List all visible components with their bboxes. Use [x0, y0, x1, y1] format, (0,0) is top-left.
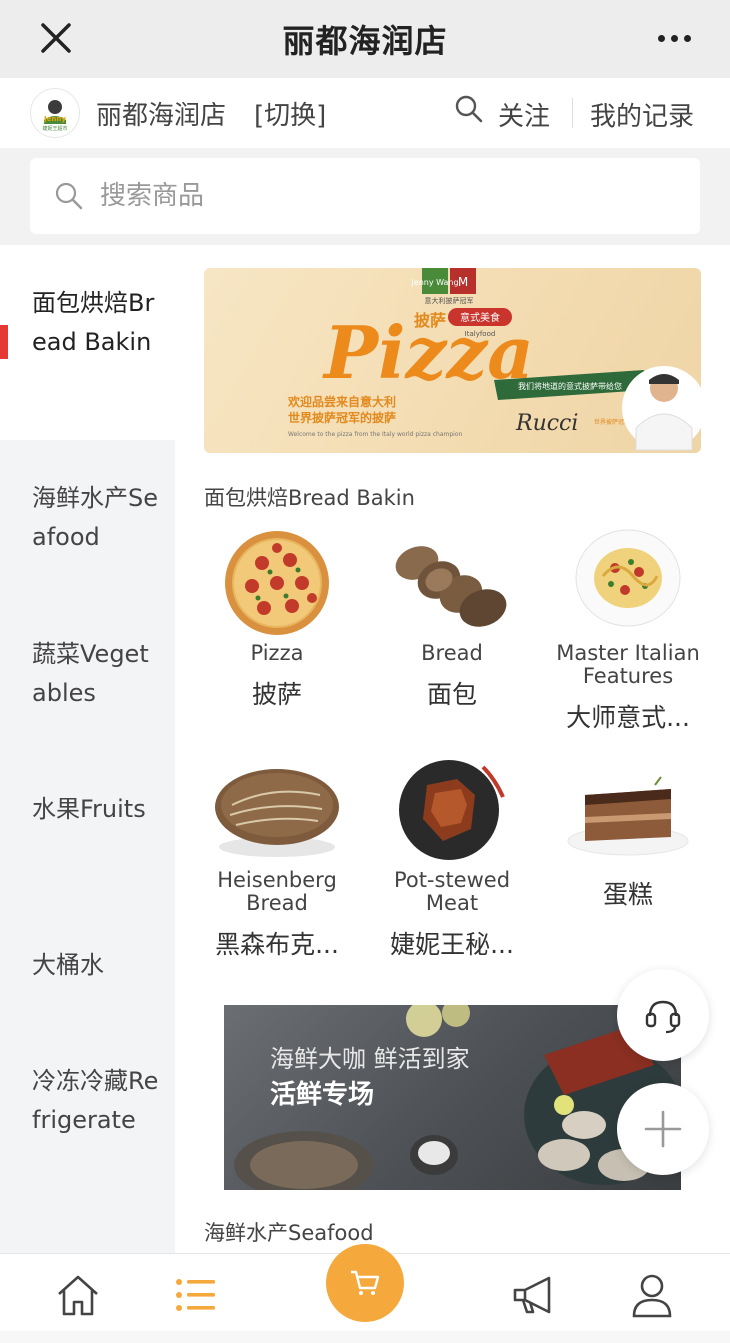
- sidebar-item-bread-baking[interactable]: 面包烘焙Bread Bakin: [0, 245, 175, 440]
- seafood-banner[interactable]: 海鲜大咖 鲜活到家 活鲜专场: [224, 1005, 681, 1190]
- seafood-banner-art: 海鲜大咖 鲜活到家 活鲜专场: [234, 1005, 681, 1190]
- product-card[interactable]: Pizza 披萨: [202, 528, 352, 711]
- home-icon[interactable]: [53, 1270, 103, 1320]
- svg-text:M: M: [458, 275, 468, 289]
- close-icon[interactable]: [36, 18, 76, 58]
- svg-text:世界披萨冠军的披萨: 世界披萨冠军的披萨: [288, 410, 396, 425]
- sidebar-item-label: 水果Fruits: [32, 795, 146, 823]
- sidebar-item-refrigerate[interactable]: 冷冻冷藏Refrigerate: [0, 1062, 175, 1140]
- product-name-cn: 婕妮王秘...: [390, 930, 514, 959]
- page-title: 丽都海润店: [282, 22, 448, 60]
- svg-text:Welcome to the pizza from the: Welcome to the pizza from the Italy worl…: [288, 431, 462, 438]
- section-title: 面包烘焙Bread Bakin: [204, 486, 415, 510]
- product-name-cn: 大师意式...: [566, 703, 690, 732]
- sidebar-item-seafood[interactable]: 海鲜水产Seafood: [0, 479, 175, 557]
- product-card[interactable]: Bread 面包: [377, 528, 527, 711]
- pizza-icon: [225, 531, 329, 635]
- svg-text:意式美食: 意式美食: [460, 311, 500, 324]
- pizza-banner-art: Jenny Wang M 意大利披萨冠军 披萨 Pizza 意式美食 Italy…: [287, 268, 701, 451]
- pizza-banner[interactable]: Jenny Wang M 意大利披萨冠军 披萨 Pizza 意式美食 Italy…: [204, 268, 701, 453]
- cart-icon: [351, 1270, 380, 1295]
- plus-icon: [644, 1110, 682, 1148]
- title-bar: 丽都海润店: [0, 0, 730, 78]
- product-name-en: Master Italian Features: [556, 641, 700, 688]
- store-bar: Jenny 婕妮王超市 丽都海润店 [切换] 关注 我的记录: [0, 78, 730, 148]
- customer-service-button[interactable]: [617, 969, 709, 1061]
- active-indicator: [0, 325, 8, 359]
- svg-text:欢迎品尝来自意大利: 欢迎品尝来自意大利: [287, 394, 396, 409]
- category-sidebar: 面包烘焙Bread Bakin 海鲜水产Seafood 蔬菜Vegetables…: [0, 245, 175, 1255]
- sidebar-item-label: 大桶水: [32, 951, 104, 979]
- product-name-en: Heisenberg Bread: [217, 868, 337, 915]
- sidebar-item-label: 蔬菜Vegetables: [32, 640, 149, 707]
- svg-text:Jenny: Jenny: [43, 115, 66, 123]
- bread-icon: [395, 546, 507, 627]
- meat-icon: [399, 760, 505, 860]
- more-icon[interactable]: [654, 20, 694, 56]
- follow-button[interactable]: 关注: [498, 96, 550, 133]
- sidebar-item-label: 面包烘焙Bread Bakin: [32, 289, 155, 356]
- sidebar-item-fruits[interactable]: 水果Fruits: [0, 790, 175, 829]
- product-card[interactable]: Master Italian Features 大师意式...: [553, 528, 703, 734]
- cart-button[interactable]: [326, 1244, 404, 1322]
- svg-text:意大利披萨冠军: 意大利披萨冠军: [425, 296, 474, 305]
- svg-text:Jenny Wang: Jenny Wang: [410, 278, 458, 287]
- headset-icon: [645, 1000, 681, 1034]
- product-name-en: Pot-stewed Meat: [393, 868, 511, 915]
- search-input[interactable]: [100, 181, 660, 211]
- product-name-cn: 披萨: [251, 680, 302, 709]
- search-zone: [0, 148, 730, 245]
- product-name-cn: 黑森布克...: [215, 930, 339, 959]
- product-card[interactable]: 蛋糕: [553, 755, 703, 911]
- announcement-icon[interactable]: [509, 1270, 559, 1320]
- product-name-en: Bread: [421, 641, 483, 665]
- search-icon[interactable]: [454, 94, 486, 126]
- my-records-button[interactable]: 我的记录: [590, 96, 694, 133]
- sidebar-item-label: 冷冻冷藏Refrigerate: [32, 1067, 159, 1134]
- sidebar-item-vegetables[interactable]: 蔬菜Vegetables: [0, 635, 175, 713]
- search-icon: [55, 182, 83, 210]
- search-box[interactable]: [30, 158, 700, 234]
- home-indicator: [0, 1331, 730, 1343]
- switch-store-link[interactable]: [切换]: [254, 95, 326, 132]
- sidebar-item-barrel-water[interactable]: 大桶水: [0, 946, 175, 985]
- section-title: 海鲜水产Seafood: [204, 1221, 374, 1245]
- svg-text:Rucci: Rucci: [515, 411, 578, 436]
- category-list-icon[interactable]: [170, 1270, 220, 1320]
- add-button[interactable]: [617, 1083, 709, 1175]
- pasta-icon: [575, 529, 681, 627]
- product-card[interactable]: Heisenberg Bread 黑森布克...: [202, 755, 352, 961]
- svg-text:活鲜专场: 活鲜专场: [270, 1080, 374, 1110]
- store-name: 丽都海润店: [96, 100, 227, 131]
- product-name-cn: 蛋糕: [602, 880, 653, 909]
- divider: [572, 98, 573, 128]
- profile-icon[interactable]: [627, 1270, 677, 1320]
- product-name-cn: 面包: [426, 680, 477, 709]
- sidebar-item-label: 海鲜水产Seafood: [32, 484, 158, 551]
- store-logo: Jenny 婕妮王超市: [30, 88, 80, 138]
- loaf-icon: [215, 769, 339, 857]
- svg-text:我们将地道的意式披萨带给您: 我们将地道的意式披萨带给您: [518, 381, 622, 391]
- product-name-en: Pizza: [250, 641, 304, 665]
- cake-icon: [567, 776, 689, 856]
- svg-text:Italyfood: Italyfood: [465, 330, 496, 338]
- bottom-nav: [0, 1244, 730, 1343]
- product-card[interactable]: Pot-stewed Meat 婕妮王秘...: [377, 755, 527, 961]
- svg-text:婕妮王超市: 婕妮王超市: [42, 125, 67, 132]
- svg-text:海鲜大咖 鲜活到家: 海鲜大咖 鲜活到家: [270, 1045, 470, 1073]
